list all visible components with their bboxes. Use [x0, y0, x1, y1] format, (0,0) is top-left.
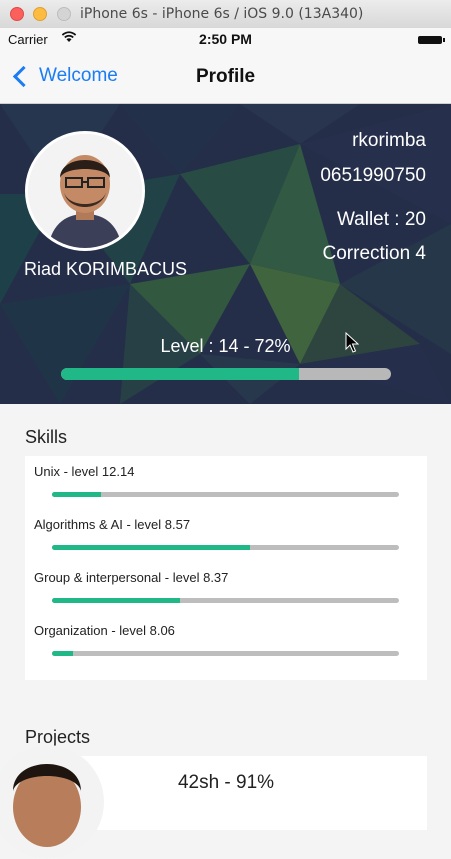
- skill-label: Organization - level 8.06: [34, 623, 175, 638]
- correction-points-label: Correction 4: [322, 243, 427, 264]
- profile-photo: [0, 745, 104, 859]
- skills-section-title: Skills: [25, 427, 68, 447]
- skill-progress-bar: [52, 598, 399, 603]
- level-progress-fill: [61, 368, 299, 380]
- status-time: 2:50 PM: [199, 31, 252, 47]
- minimize-window-button[interactable]: [33, 7, 47, 21]
- zoom-window-button[interactable]: [57, 7, 71, 21]
- page-title: Profile: [195, 66, 256, 87]
- battery-icon: [418, 36, 445, 44]
- skill-progress-fill: [52, 545, 250, 550]
- skill-item: Organization - level 8.06: [25, 615, 427, 668]
- skill-label: Group & interpersonal - level 8.37: [34, 570, 229, 585]
- skill-progress-bar: [52, 545, 399, 550]
- mouse-pointer-icon: [345, 332, 359, 353]
- full-name: Riad KORIMBACUS: [24, 259, 188, 279]
- phone-label: 0651990750: [320, 165, 426, 186]
- level-label: Level : 14 - 72%: [160, 336, 291, 356]
- skills-list[interactable]: Unix - level 12.14 Algorithms & AI - lev…: [25, 456, 427, 680]
- login-label: rkorimba: [352, 130, 426, 151]
- window-title: iPhone 6s - iPhone 6s / iOS 9.0 (13A340): [80, 6, 364, 22]
- projects-section-title: Projects: [25, 727, 91, 747]
- skill-item: Unix - level 12.14: [25, 456, 427, 509]
- navigation-bar: Welcome Profile: [0, 50, 451, 104]
- floating-avatar-photo: [0, 745, 104, 859]
- skill-item: Algorithms & AI - level 8.57: [25, 509, 427, 562]
- close-window-button[interactable]: [10, 7, 24, 21]
- simulator-title-bar: iPhone 6s - iPhone 6s / iOS 9.0 (13A340): [0, 0, 451, 29]
- avatar[interactable]: [25, 131, 145, 251]
- skill-progress-bar: [52, 651, 399, 656]
- skill-progress-bar: [52, 492, 399, 497]
- skill-progress-fill: [52, 492, 101, 497]
- wallet-label: Wallet : 20: [336, 209, 426, 230]
- skill-label: Algorithms & AI - level 8.57: [34, 517, 191, 532]
- skill-progress-fill: [52, 598, 181, 603]
- status-bar: Carrier 2:50 PM: [0, 28, 451, 50]
- profile-header: Riad KORIMBACUS rkorimba 0651990750 Wall…: [0, 104, 451, 404]
- skill-item: Group & interpersonal - level 8.37: [25, 562, 427, 615]
- level-progress-bar: [61, 368, 391, 380]
- skill-label: Unix - level 12.14: [34, 464, 135, 479]
- profile-photo: [28, 134, 142, 248]
- skill-progress-fill: [52, 651, 73, 656]
